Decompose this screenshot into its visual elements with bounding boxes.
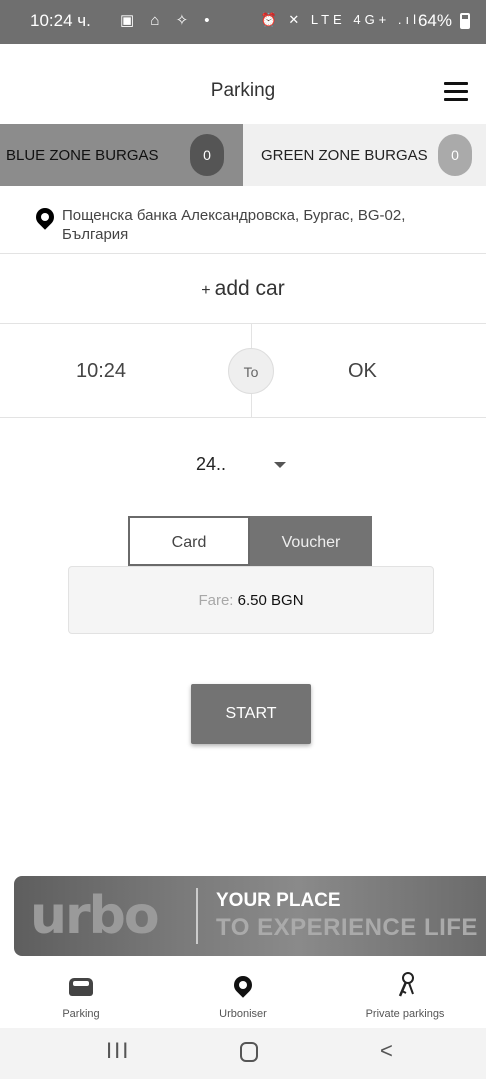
zone-count-badge: 0 xyxy=(438,134,472,176)
card-button[interactable]: Card xyxy=(128,516,250,566)
nav-item-parking[interactable]: Parking xyxy=(0,962,162,1028)
hamburger-menu-icon[interactable] xyxy=(444,82,468,102)
zone-label: GREEN ZONE BURGAS xyxy=(261,147,428,164)
end-time[interactable]: OK xyxy=(348,360,377,383)
nav-item-urboniser[interactable]: Urboniser xyxy=(162,962,324,1028)
zone-tabs: BLUE ZONE BURGAS 0 GREEN ZONE BURGAS 0 xyxy=(0,124,486,186)
fare-box: Fare: 6.50 BGN xyxy=(68,566,434,634)
signal-icons: ⏰ ✕ LTE 4G+ .ıl xyxy=(260,12,420,27)
status-time: 10:24 ч. xyxy=(30,11,91,30)
page-title: Parking xyxy=(210,80,276,101)
status-bar: 10:24 ч. ▣ ⌂ ✧ • ⏰ ✕ LTE 4G+ .ıl 64% xyxy=(0,0,486,44)
car-icon xyxy=(69,978,93,996)
duration-select[interactable]: 24.. xyxy=(186,452,296,482)
location-pin-icon xyxy=(32,204,58,230)
menu-line xyxy=(444,82,468,85)
banner-tagline-2: TO EXPERIENCE LIFE xyxy=(216,914,478,941)
banner-tagline-1: YOUR PLACE xyxy=(216,890,341,911)
recents-icon[interactable]: III xyxy=(106,1038,130,1064)
payment-method-toggle: Card Voucher xyxy=(128,516,373,566)
dropdown-caret-icon xyxy=(274,462,286,468)
system-navigation-bar: III < xyxy=(0,1028,486,1079)
add-car-button[interactable]: + add car xyxy=(0,254,486,324)
add-car-label: add car xyxy=(214,277,285,300)
voucher-button[interactable]: Voucher xyxy=(250,516,372,566)
start-time[interactable]: 10:24 xyxy=(76,360,126,383)
pin-icon xyxy=(230,972,256,998)
plus-icon: + xyxy=(201,282,211,299)
fare-label: Fare: xyxy=(198,592,234,609)
battery-percent: 64% xyxy=(417,11,452,30)
menu-line xyxy=(444,90,468,93)
key-icon xyxy=(398,972,414,997)
notification-icons: ▣ ⌂ ✧ • xyxy=(120,12,216,29)
bottom-navigation: Parking Urboniser Private parkings xyxy=(0,962,486,1028)
fare-value: 6.50 BGN xyxy=(237,592,304,609)
battery-icon xyxy=(460,13,470,29)
location-address: Пощенска банка Александровска, Бургас, B… xyxy=(62,207,406,243)
to-badge: To xyxy=(228,348,274,394)
zone-count-badge: 0 xyxy=(190,134,224,176)
zone-label: BLUE ZONE BURGAS xyxy=(6,147,159,164)
start-button[interactable]: START xyxy=(191,684,311,744)
home-icon[interactable] xyxy=(240,1042,258,1062)
tab-blue-zone[interactable]: BLUE ZONE BURGAS 0 xyxy=(0,124,243,186)
back-icon[interactable]: < xyxy=(380,1038,393,1064)
nav-label: Parking xyxy=(62,1008,100,1020)
promo-banner[interactable]: urbo YOUR PLACE TO EXPERIENCE LIFE xyxy=(14,876,486,956)
nav-item-private-parkings[interactable]: Private parkings xyxy=(324,962,486,1028)
duration-value: 24.. xyxy=(196,454,227,474)
nav-label: Urboniser xyxy=(219,1008,267,1020)
urbo-logo: urbo xyxy=(30,886,160,946)
menu-line xyxy=(444,98,468,101)
location-row[interactable]: Пощенска банка Александровска, Бургас, B… xyxy=(0,186,486,254)
nav-label: Private parkings xyxy=(365,1008,445,1020)
banner-divider xyxy=(196,888,198,944)
app-bar: Parking xyxy=(0,44,486,124)
time-range-row: 10:24 To OK xyxy=(0,324,486,418)
tab-green-zone[interactable]: GREEN ZONE BURGAS 0 xyxy=(243,124,486,186)
